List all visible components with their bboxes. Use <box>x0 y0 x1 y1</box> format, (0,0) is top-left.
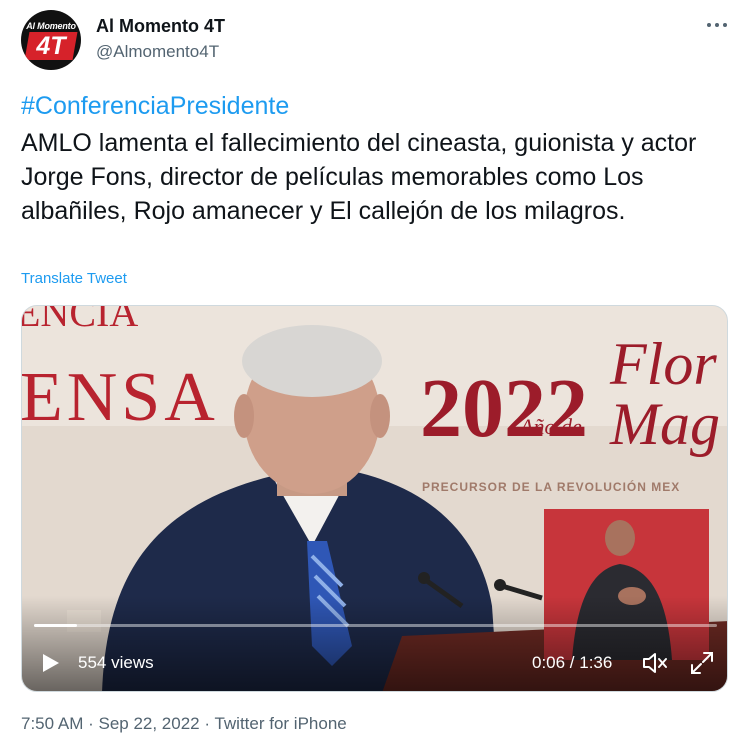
tweet-time[interactable]: 7:50 AM <box>21 714 83 733</box>
video-progress-fill <box>34 624 77 627</box>
tweet-text: AMLO lamenta el fallecimiento del cineas… <box>21 129 697 225</box>
backdrop-word-2: Mag <box>609 391 720 457</box>
backdrop-subtitle: Año de <box>518 414 582 439</box>
tweet-date[interactable]: Sep 22, 2022 <box>98 714 199 733</box>
author-display-name[interactable]: Al Momento 4T <box>96 16 225 37</box>
dot <box>715 23 719 27</box>
video-player[interactable]: ENCIA ENSA 2022 Año de Flor Mag PRECURSO… <box>21 305 728 692</box>
avatar-logo-text: Al Momento <box>26 21 76 31</box>
tweet-meta: 7:50 AM · Sep 22, 2022 · Twitter for iPh… <box>21 714 347 734</box>
backdrop-text-left: ENSA <box>22 359 219 436</box>
dot <box>707 23 711 27</box>
video-progress-bar[interactable] <box>34 624 717 627</box>
play-icon[interactable] <box>42 653 60 673</box>
hashtag-link[interactable]: #ConferenciaPresidente <box>21 92 289 121</box>
avatar[interactable]: Al Momento 4T <box>21 10 81 70</box>
video-frame: ENCIA ENSA 2022 Año de Flor Mag PRECURSO… <box>22 306 727 691</box>
avatar-logo-badge: 4T <box>24 32 78 60</box>
fullscreen-icon[interactable] <box>690 651 714 675</box>
meta-separator: · <box>83 714 99 733</box>
translate-tweet-link[interactable]: Translate Tweet <box>21 270 127 287</box>
backdrop-text-top: ENCIA <box>22 306 138 335</box>
tweet-card: Al Momento 4T Al Momento 4T @Almomento4T… <box>0 0 750 754</box>
video-view-count: 554 views <box>78 653 154 672</box>
backdrop-year: 2022 <box>420 362 588 455</box>
backdrop-word-1: Flor <box>609 331 717 397</box>
dot <box>723 23 727 27</box>
tweet-source: Twitter for iPhone <box>214 714 347 733</box>
backdrop-footer: PRECURSOR DE LA REVOLUCIÓN MEX <box>422 479 680 494</box>
video-time: 0:06 / 1:36 <box>532 653 613 672</box>
avatar-logo-main: 4T <box>36 32 66 60</box>
more-dots-icon[interactable] <box>704 14 730 36</box>
meta-separator: · <box>199 714 215 733</box>
author-handle[interactable]: @Almomento4T <box>96 42 219 62</box>
volume-muted-icon[interactable] <box>642 651 668 675</box>
